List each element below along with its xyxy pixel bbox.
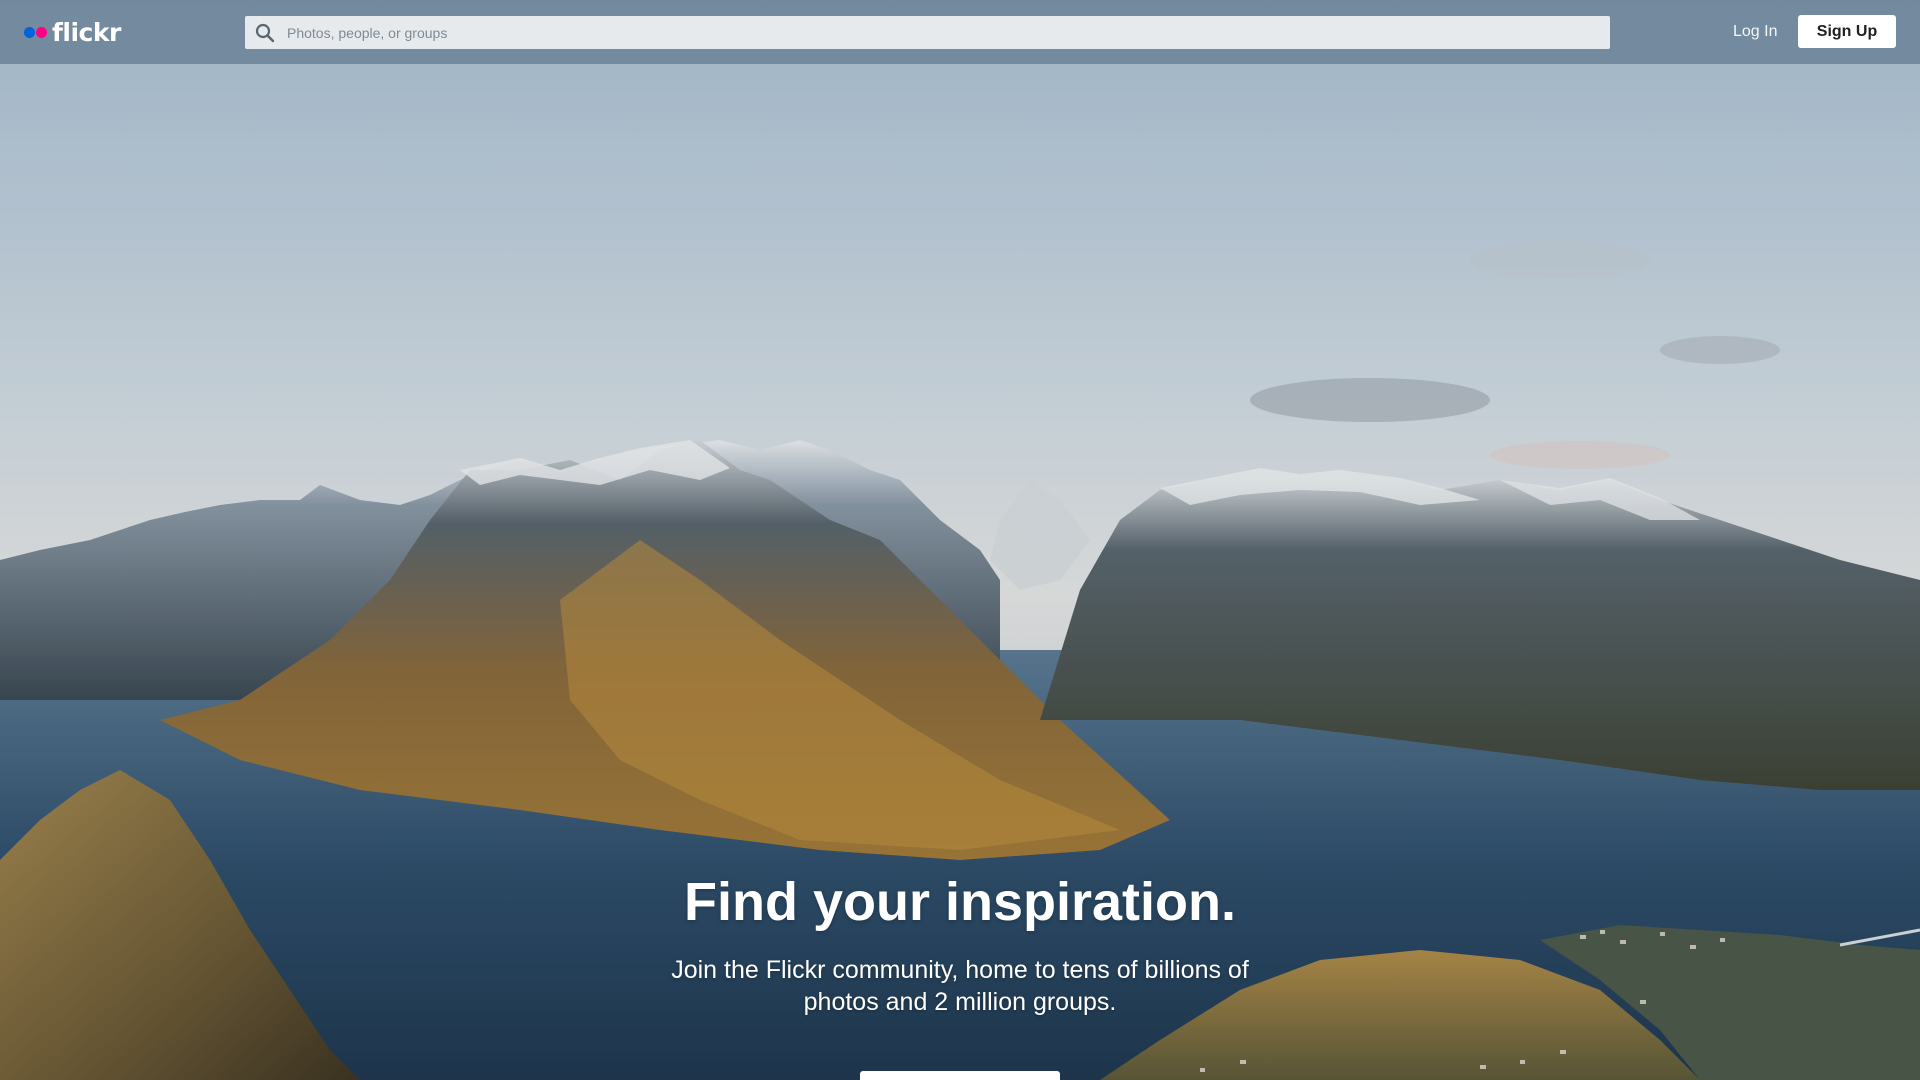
start-for-free-button[interactable] bbox=[860, 1071, 1060, 1080]
hero-headline: Find your inspiration. bbox=[684, 872, 1236, 932]
login-link[interactable]: Log In bbox=[1733, 20, 1777, 44]
logo-wordmark: flickr bbox=[52, 17, 121, 47]
top-navigation-bar: flickr Log In Sign Up bbox=[0, 0, 1920, 64]
search-bar[interactable] bbox=[245, 15, 1610, 50]
hero-subtext: Join the Flickr community, home to tens … bbox=[671, 956, 1249, 1016]
flickr-logo[interactable]: flickr bbox=[24, 14, 121, 50]
logo-pink-dot-icon bbox=[36, 26, 47, 38]
logo-blue-dot-icon bbox=[24, 26, 35, 38]
search-input[interactable] bbox=[285, 15, 1610, 50]
signup-button[interactable]: Sign Up bbox=[1798, 15, 1896, 48]
search-icon[interactable] bbox=[254, 22, 276, 44]
